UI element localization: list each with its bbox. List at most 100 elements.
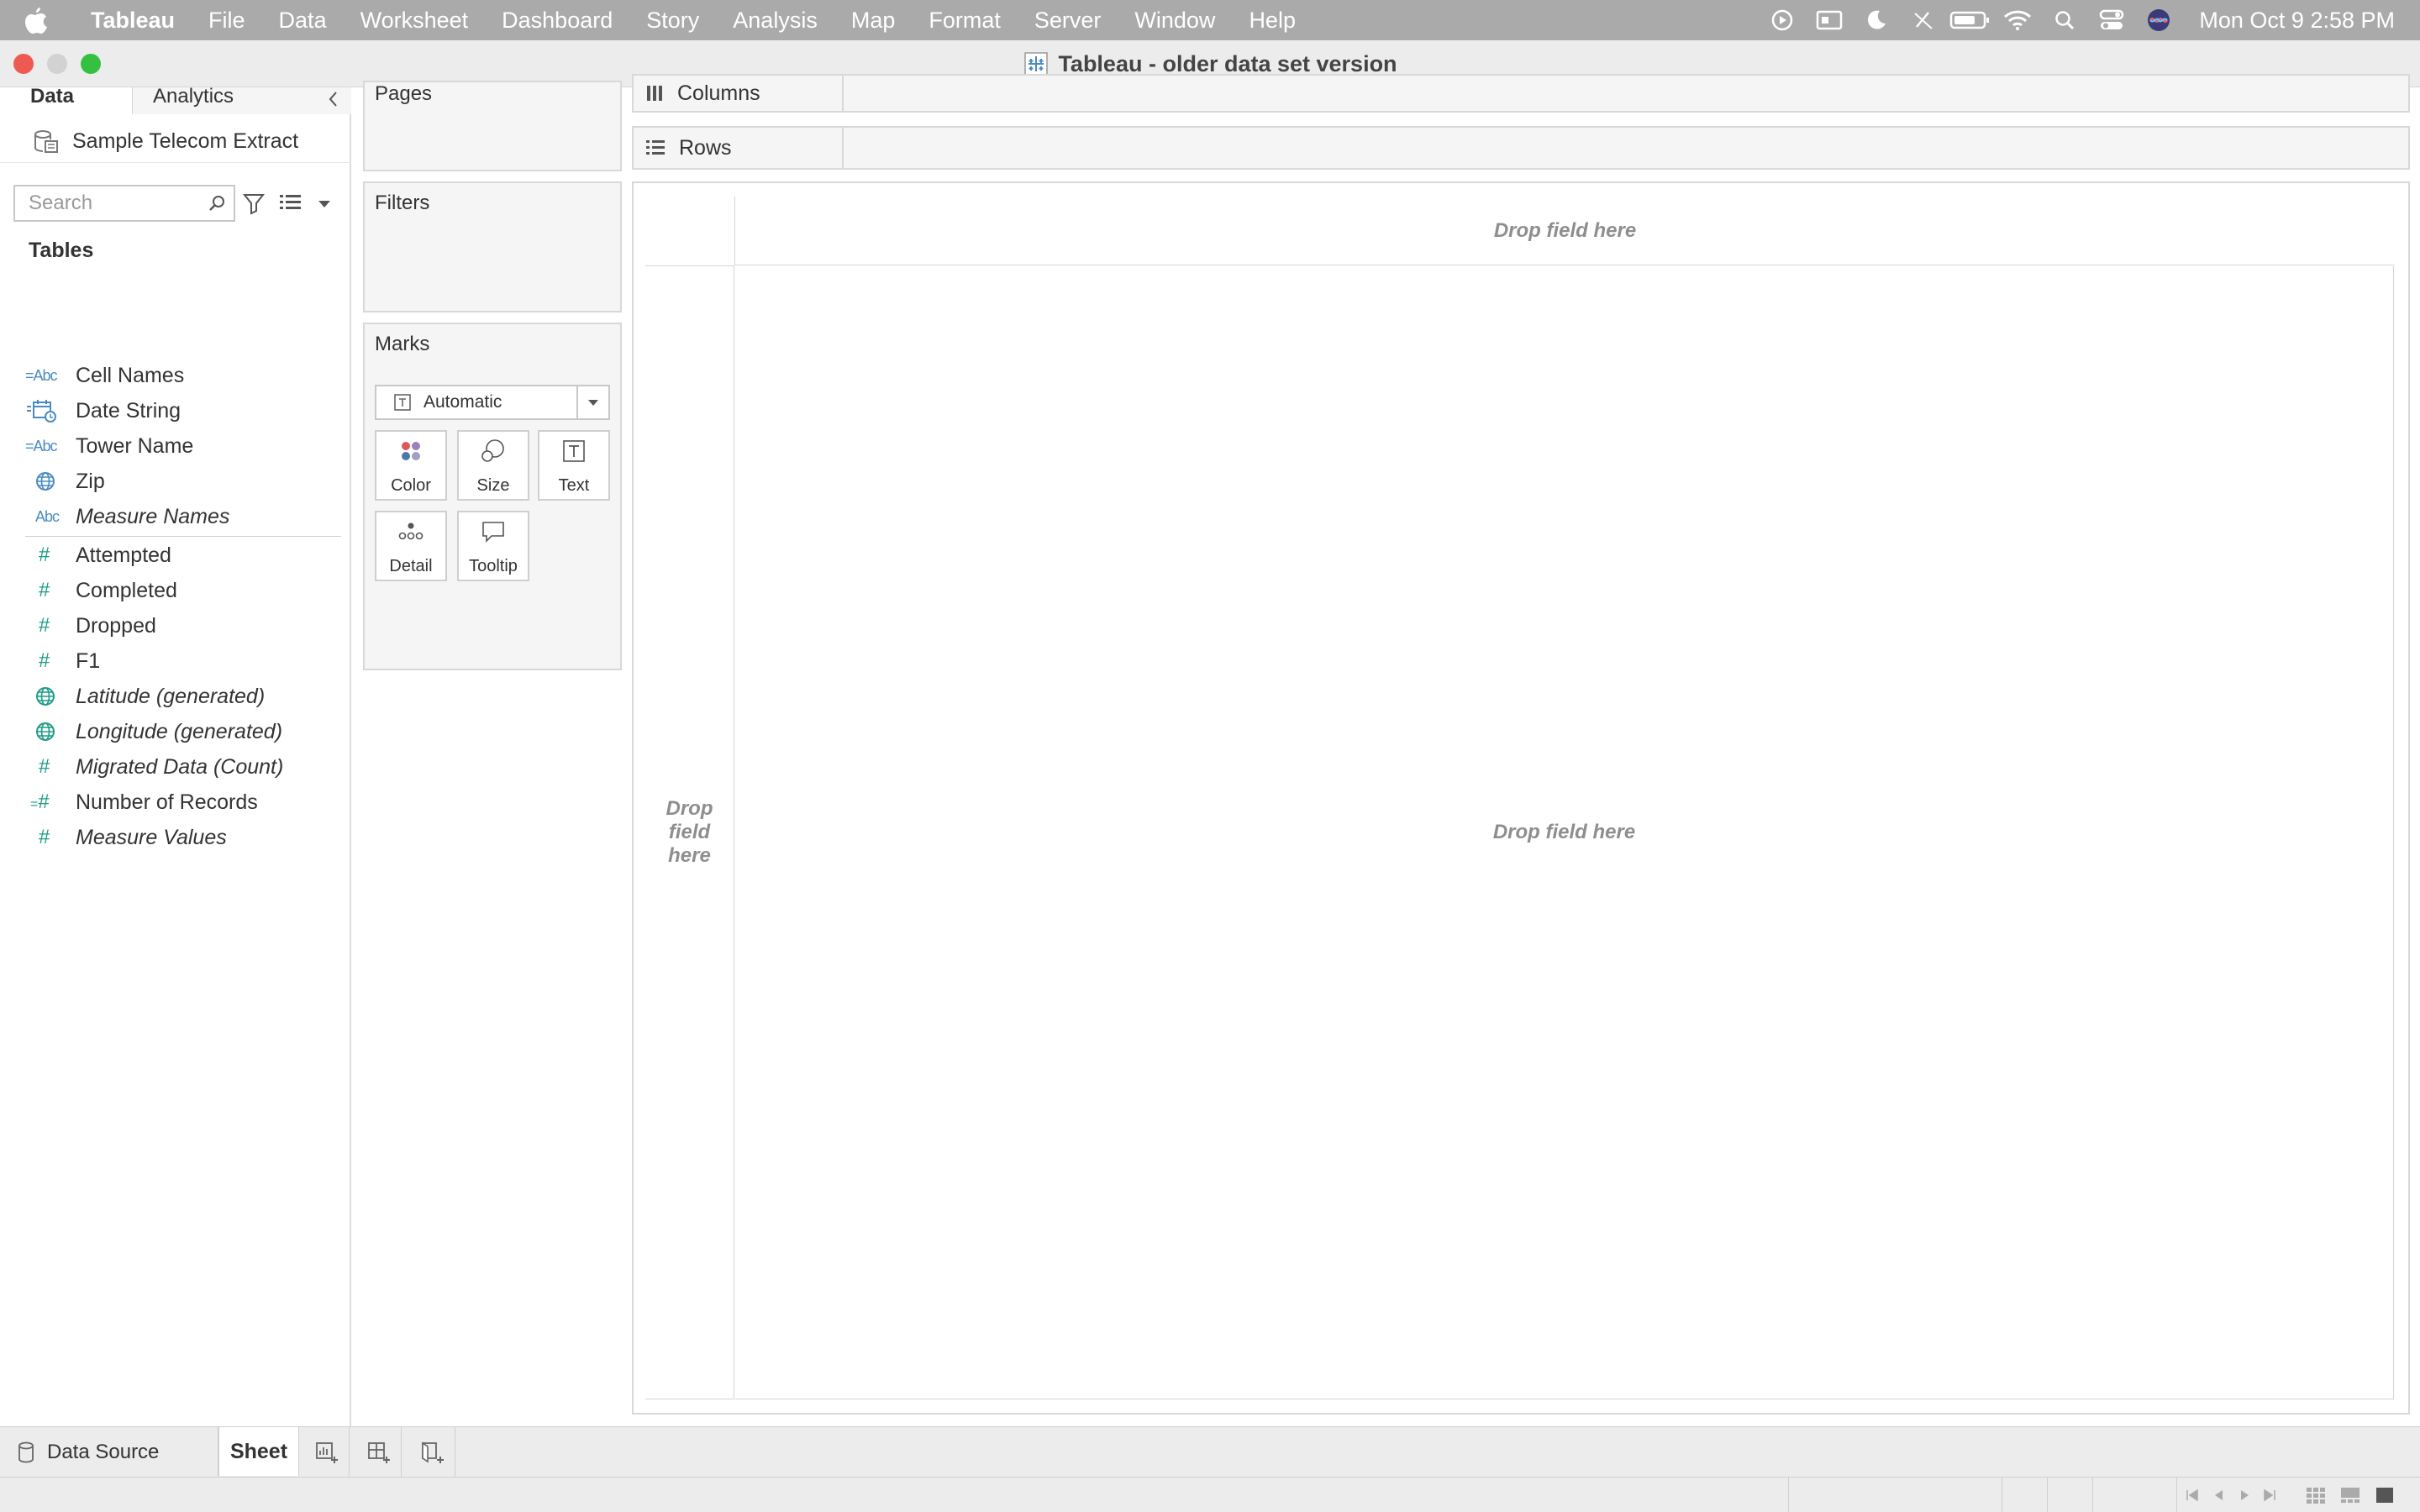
menu-dashboard[interactable]: Dashboard bbox=[485, 0, 629, 40]
field-cell-names[interactable]: =Abc Cell Names bbox=[25, 359, 345, 392]
menu-map[interactable]: Map bbox=[834, 0, 913, 40]
tooltip-icon bbox=[459, 519, 528, 544]
menu-clock[interactable]: Mon Oct 9 2:58 PM bbox=[2199, 8, 2395, 34]
battery-icon[interactable] bbox=[1947, 0, 1994, 40]
globe-icon bbox=[25, 684, 76, 709]
text-icon bbox=[539, 438, 608, 464]
menu-help[interactable]: Help bbox=[1232, 0, 1313, 40]
menu-window[interactable]: Window bbox=[1118, 0, 1232, 40]
last-sheet-icon[interactable] bbox=[2262, 1488, 2277, 1507]
row-drop-zone[interactable]: Drop field here bbox=[645, 265, 734, 1399]
new-dashboard-icon bbox=[367, 1442, 390, 1463]
filter-icon[interactable] bbox=[242, 192, 266, 219]
field-zip[interactable]: Zip bbox=[25, 465, 345, 498]
field-label: Latitude (generated) bbox=[76, 684, 266, 708]
list-view-icon[interactable] bbox=[279, 193, 302, 216]
filters-shelf[interactable]: Filters bbox=[363, 181, 622, 312]
marks-title: Marks bbox=[375, 333, 430, 355]
first-sheet-icon[interactable] bbox=[2185, 1488, 2200, 1507]
detail-mark-button[interactable]: Detail bbox=[375, 511, 447, 581]
new-dashboard-button[interactable] bbox=[358, 1427, 402, 1478]
new-story-icon bbox=[421, 1441, 444, 1463]
field-label: Cell Names bbox=[76, 363, 185, 387]
columns-shelf[interactable]: Columns bbox=[632, 74, 2410, 113]
globe-icon bbox=[25, 469, 76, 494]
tooltip-mark-button[interactable]: Tooltip bbox=[457, 511, 529, 581]
size-mark-button[interactable]: Size bbox=[457, 430, 529, 501]
field-label: Longitude (generated) bbox=[76, 719, 283, 743]
field-dropped[interactable]: # Dropped bbox=[25, 609, 345, 643]
pen-slash-icon[interactable] bbox=[1900, 0, 1947, 40]
field-tower-name[interactable]: =Abc Tower Name bbox=[25, 429, 345, 463]
main-drop-zone[interactable]: Drop field here bbox=[735, 266, 2394, 1399]
field-f1[interactable]: # F1 bbox=[25, 644, 345, 678]
menu-format[interactable]: Format bbox=[912, 0, 1018, 40]
window-title-text: Tableau - older data set version bbox=[1058, 50, 1397, 76]
spotlight-search-icon[interactable] bbox=[2041, 0, 2088, 40]
next-sheet-icon[interactable] bbox=[2237, 1488, 2252, 1507]
tab-analytics[interactable]: Analytics bbox=[133, 87, 351, 114]
column-drop-zone[interactable]: Drop field here bbox=[734, 197, 2395, 265]
field-search-box[interactable] bbox=[13, 185, 235, 222]
status-bar bbox=[0, 1477, 2420, 1512]
field-date-string[interactable]: Date String bbox=[25, 394, 345, 428]
menu-story[interactable]: Story bbox=[629, 0, 716, 40]
field-longitude-generated[interactable]: Longitude (generated) bbox=[25, 715, 345, 748]
show-tabs-icon[interactable] bbox=[2375, 1486, 2395, 1509]
siri-icon[interactable] bbox=[2135, 0, 2182, 40]
previous-sheet-icon[interactable] bbox=[2212, 1488, 2227, 1507]
rows-label: Rows bbox=[679, 135, 732, 160]
field-measure-values[interactable]: # Measure Values bbox=[25, 821, 345, 854]
chevron-down-icon[interactable] bbox=[576, 386, 608, 418]
tab-data-source[interactable]: Data Source bbox=[0, 1427, 218, 1478]
show-filmstrip-icon[interactable] bbox=[2339, 1486, 2361, 1509]
field-measure-names[interactable]: Abc Measure Names bbox=[25, 500, 345, 533]
status-divider bbox=[1788, 1478, 1789, 1512]
text-mark-button[interactable]: Text bbox=[538, 430, 610, 501]
mark-type-dropdown[interactable]: Automatic bbox=[375, 385, 610, 420]
menu-data[interactable]: Data bbox=[262, 0, 344, 40]
tab-data[interactable]: Data bbox=[0, 87, 133, 114]
display-icon[interactable] bbox=[1806, 0, 1853, 40]
menu-bar: Tableau File Data Worksheet Dashboard St… bbox=[0, 0, 2420, 40]
wifi-icon[interactable] bbox=[1994, 0, 2041, 40]
field-completed[interactable]: # Completed bbox=[25, 574, 345, 607]
new-story-button[interactable] bbox=[412, 1427, 455, 1478]
tab-sheet[interactable]: Sheet bbox=[218, 1427, 299, 1476]
moon-icon[interactable] bbox=[1853, 0, 1900, 40]
field-latitude-generated[interactable]: Latitude (generated) bbox=[25, 680, 345, 713]
view-canvas: Drop field here Drop field here Drop fie… bbox=[632, 181, 2410, 1415]
number-icon: # bbox=[39, 826, 50, 848]
tables-heading: Tables bbox=[29, 239, 94, 262]
pages-shelf[interactable]: Pages bbox=[363, 81, 622, 171]
menu-worksheet[interactable]: Worksheet bbox=[344, 0, 486, 40]
abc-icon: Abc bbox=[35, 507, 60, 525]
color-mark-button[interactable]: Color bbox=[375, 430, 447, 501]
dimension-measure-divider bbox=[25, 536, 341, 537]
search-icon[interactable] bbox=[207, 193, 227, 218]
field-number-of-records[interactable]: =# Number of Records bbox=[25, 785, 345, 819]
search-input[interactable] bbox=[15, 186, 200, 220]
menu-server[interactable]: Server bbox=[1018, 0, 1118, 40]
collapse-pane-icon[interactable] bbox=[326, 89, 339, 113]
chevron-down-icon[interactable] bbox=[316, 198, 333, 214]
field-migrated-data-count[interactable]: # Migrated Data (Count) bbox=[25, 750, 345, 784]
datasource-item[interactable]: Sample Telecom Extract bbox=[0, 121, 351, 163]
status-area: Mon Oct 9 2:58 PM bbox=[1759, 0, 2395, 40]
new-worksheet-button[interactable] bbox=[306, 1427, 350, 1478]
apple-icon[interactable] bbox=[24, 0, 74, 40]
data-pane: Data Analytics Sample Telecom Extract Ta… bbox=[0, 87, 351, 1426]
show-sheet-sorter-icon[interactable] bbox=[2306, 1486, 2326, 1509]
status-divider bbox=[2092, 1478, 2093, 1512]
menu-app-name[interactable]: Tableau bbox=[74, 0, 192, 40]
rows-shelf[interactable]: Rows bbox=[632, 126, 2410, 170]
drop-hint-top: Drop field here bbox=[1493, 218, 1637, 242]
field-attempted[interactable]: # Attempted bbox=[25, 538, 345, 572]
status-divider bbox=[2047, 1478, 2048, 1512]
control-center-icon[interactable] bbox=[2088, 0, 2135, 40]
tab-data-source-label: Data Source bbox=[47, 1441, 160, 1463]
menu-analysis[interactable]: Analysis bbox=[716, 0, 834, 40]
tooltip-label: Tooltip bbox=[469, 557, 518, 575]
menu-file[interactable]: File bbox=[192, 0, 262, 40]
play-circle-icon[interactable] bbox=[1759, 0, 1806, 40]
